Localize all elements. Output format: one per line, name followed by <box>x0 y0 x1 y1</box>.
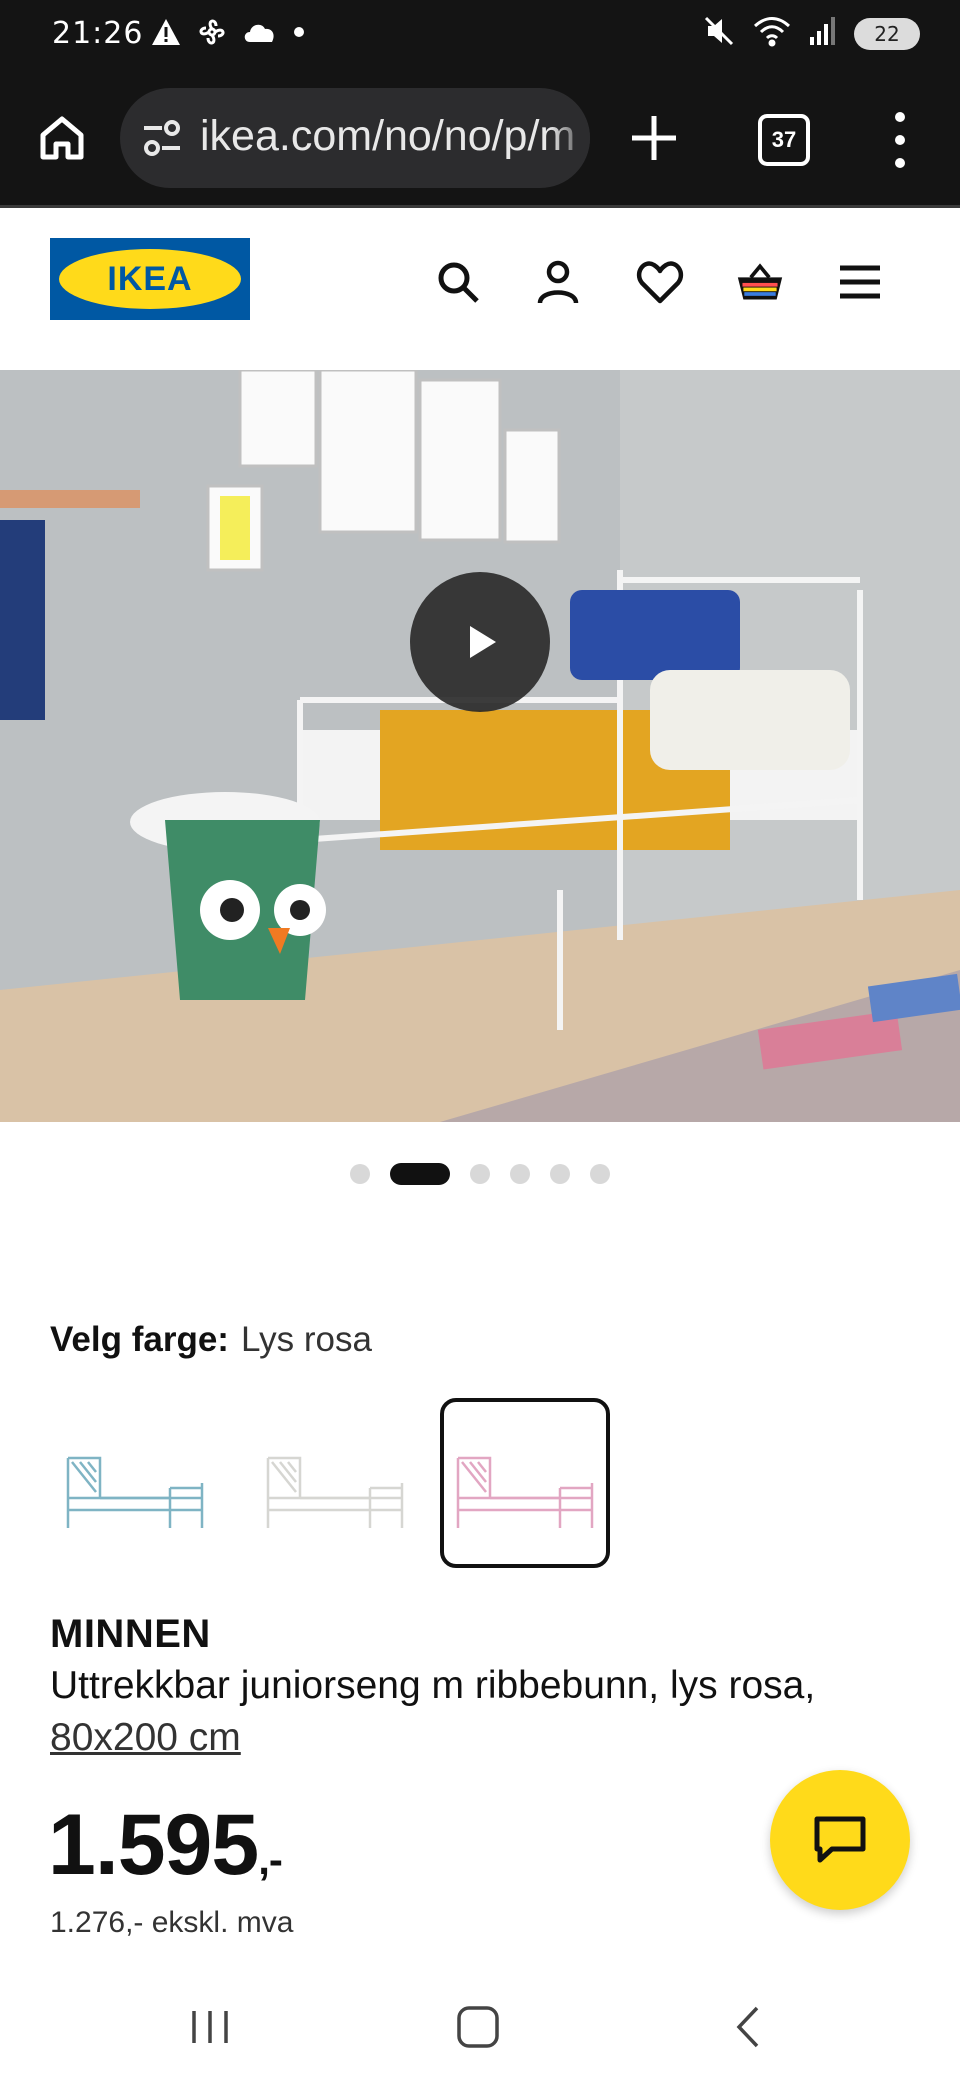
signal-icon <box>808 15 838 52</box>
home-icon[interactable] <box>30 106 94 170</box>
url-text[interactable]: ikea.com/no/no/p/m <box>200 112 575 161</box>
product-price: 1.595,- <box>48 1796 283 1895</box>
mute-icon <box>702 14 736 53</box>
play-icon <box>470 626 496 658</box>
site-settings-icon[interactable] <box>140 116 184 165</box>
carousel-dot[interactable] <box>590 1164 610 1184</box>
back-icon[interactable] <box>718 2002 778 2052</box>
carousel-dot[interactable] <box>550 1164 570 1184</box>
color-swatch-light-blue[interactable] <box>50 1398 220 1568</box>
logo-text: IKEA <box>107 259 193 298</box>
status-time: 21:26 <box>52 16 144 51</box>
recent-apps-icon[interactable] <box>180 2002 240 2052</box>
status-bar: 21:26 22 <box>0 0 960 72</box>
product-description-text: Uttrekkbar juniorseng m ribbebunn, lys r… <box>50 1664 816 1707</box>
price-value: 1.595 <box>48 1797 259 1893</box>
carousel-indicator <box>0 1162 960 1185</box>
carousel-dot[interactable] <box>470 1164 490 1184</box>
pinwheel-icon <box>196 16 228 53</box>
heart-icon[interactable] <box>636 258 684 306</box>
price-suffix: ,- <box>258 1836 283 1883</box>
price-excluding-vat: 1.276,- ekskl. mva <box>50 1906 294 1939</box>
color-swatch-light-pink[interactable] <box>440 1398 610 1568</box>
account-icon[interactable] <box>534 258 582 306</box>
tab-switcher-button[interactable]: 37 <box>758 114 810 166</box>
product-description: Uttrekkbar juniorseng m ribbebunn, lys r… <box>50 1660 910 1764</box>
new-tab-icon[interactable] <box>622 106 686 170</box>
more-options-icon[interactable] <box>880 108 920 172</box>
product-name: MINNEN <box>50 1612 211 1656</box>
battery-icon: 22 <box>854 17 920 50</box>
browser-toolbar: ikea.com/no/no/p/m 37 <box>0 72 960 208</box>
wifi-icon <box>752 14 792 53</box>
color-selector-label: Velg farge: Lys rosa <box>50 1320 372 1360</box>
search-icon[interactable] <box>434 258 482 306</box>
logo-oval: IKEA <box>59 249 241 309</box>
address-bar[interactable]: ikea.com/no/no/p/m <box>120 88 590 188</box>
status-icons-left <box>150 16 306 53</box>
url-fade <box>550 88 590 188</box>
system-nav-bar <box>0 1974 960 2080</box>
menu-icon[interactable] <box>836 258 884 306</box>
chat-icon <box>814 1816 866 1863</box>
color-label-text: Velg farge: <box>50 1320 229 1359</box>
cloud-icon <box>242 20 278 49</box>
site-header: IKEA <box>0 208 960 370</box>
hero-illustration <box>0 370 960 1122</box>
chat-button[interactable] <box>770 1770 910 1910</box>
status-icons-right: 22 <box>702 14 920 53</box>
carousel-dot[interactable] <box>510 1164 530 1184</box>
carousel-dot-active[interactable] <box>390 1163 450 1185</box>
product-video[interactable] <box>0 370 960 1122</box>
product-size-link[interactable]: 80x200 cm <box>50 1716 241 1759</box>
warning-icon <box>150 17 182 52</box>
play-button[interactable] <box>410 572 550 712</box>
home-nav-icon[interactable] <box>448 2002 508 2052</box>
dot-icon <box>292 25 306 44</box>
carousel-dot[interactable] <box>350 1164 370 1184</box>
basket-icon[interactable] <box>736 258 784 306</box>
selected-color-value: Lys rosa <box>240 1320 372 1359</box>
ikea-logo[interactable]: IKEA <box>50 238 250 320</box>
color-swatch-white[interactable] <box>250 1398 420 1568</box>
